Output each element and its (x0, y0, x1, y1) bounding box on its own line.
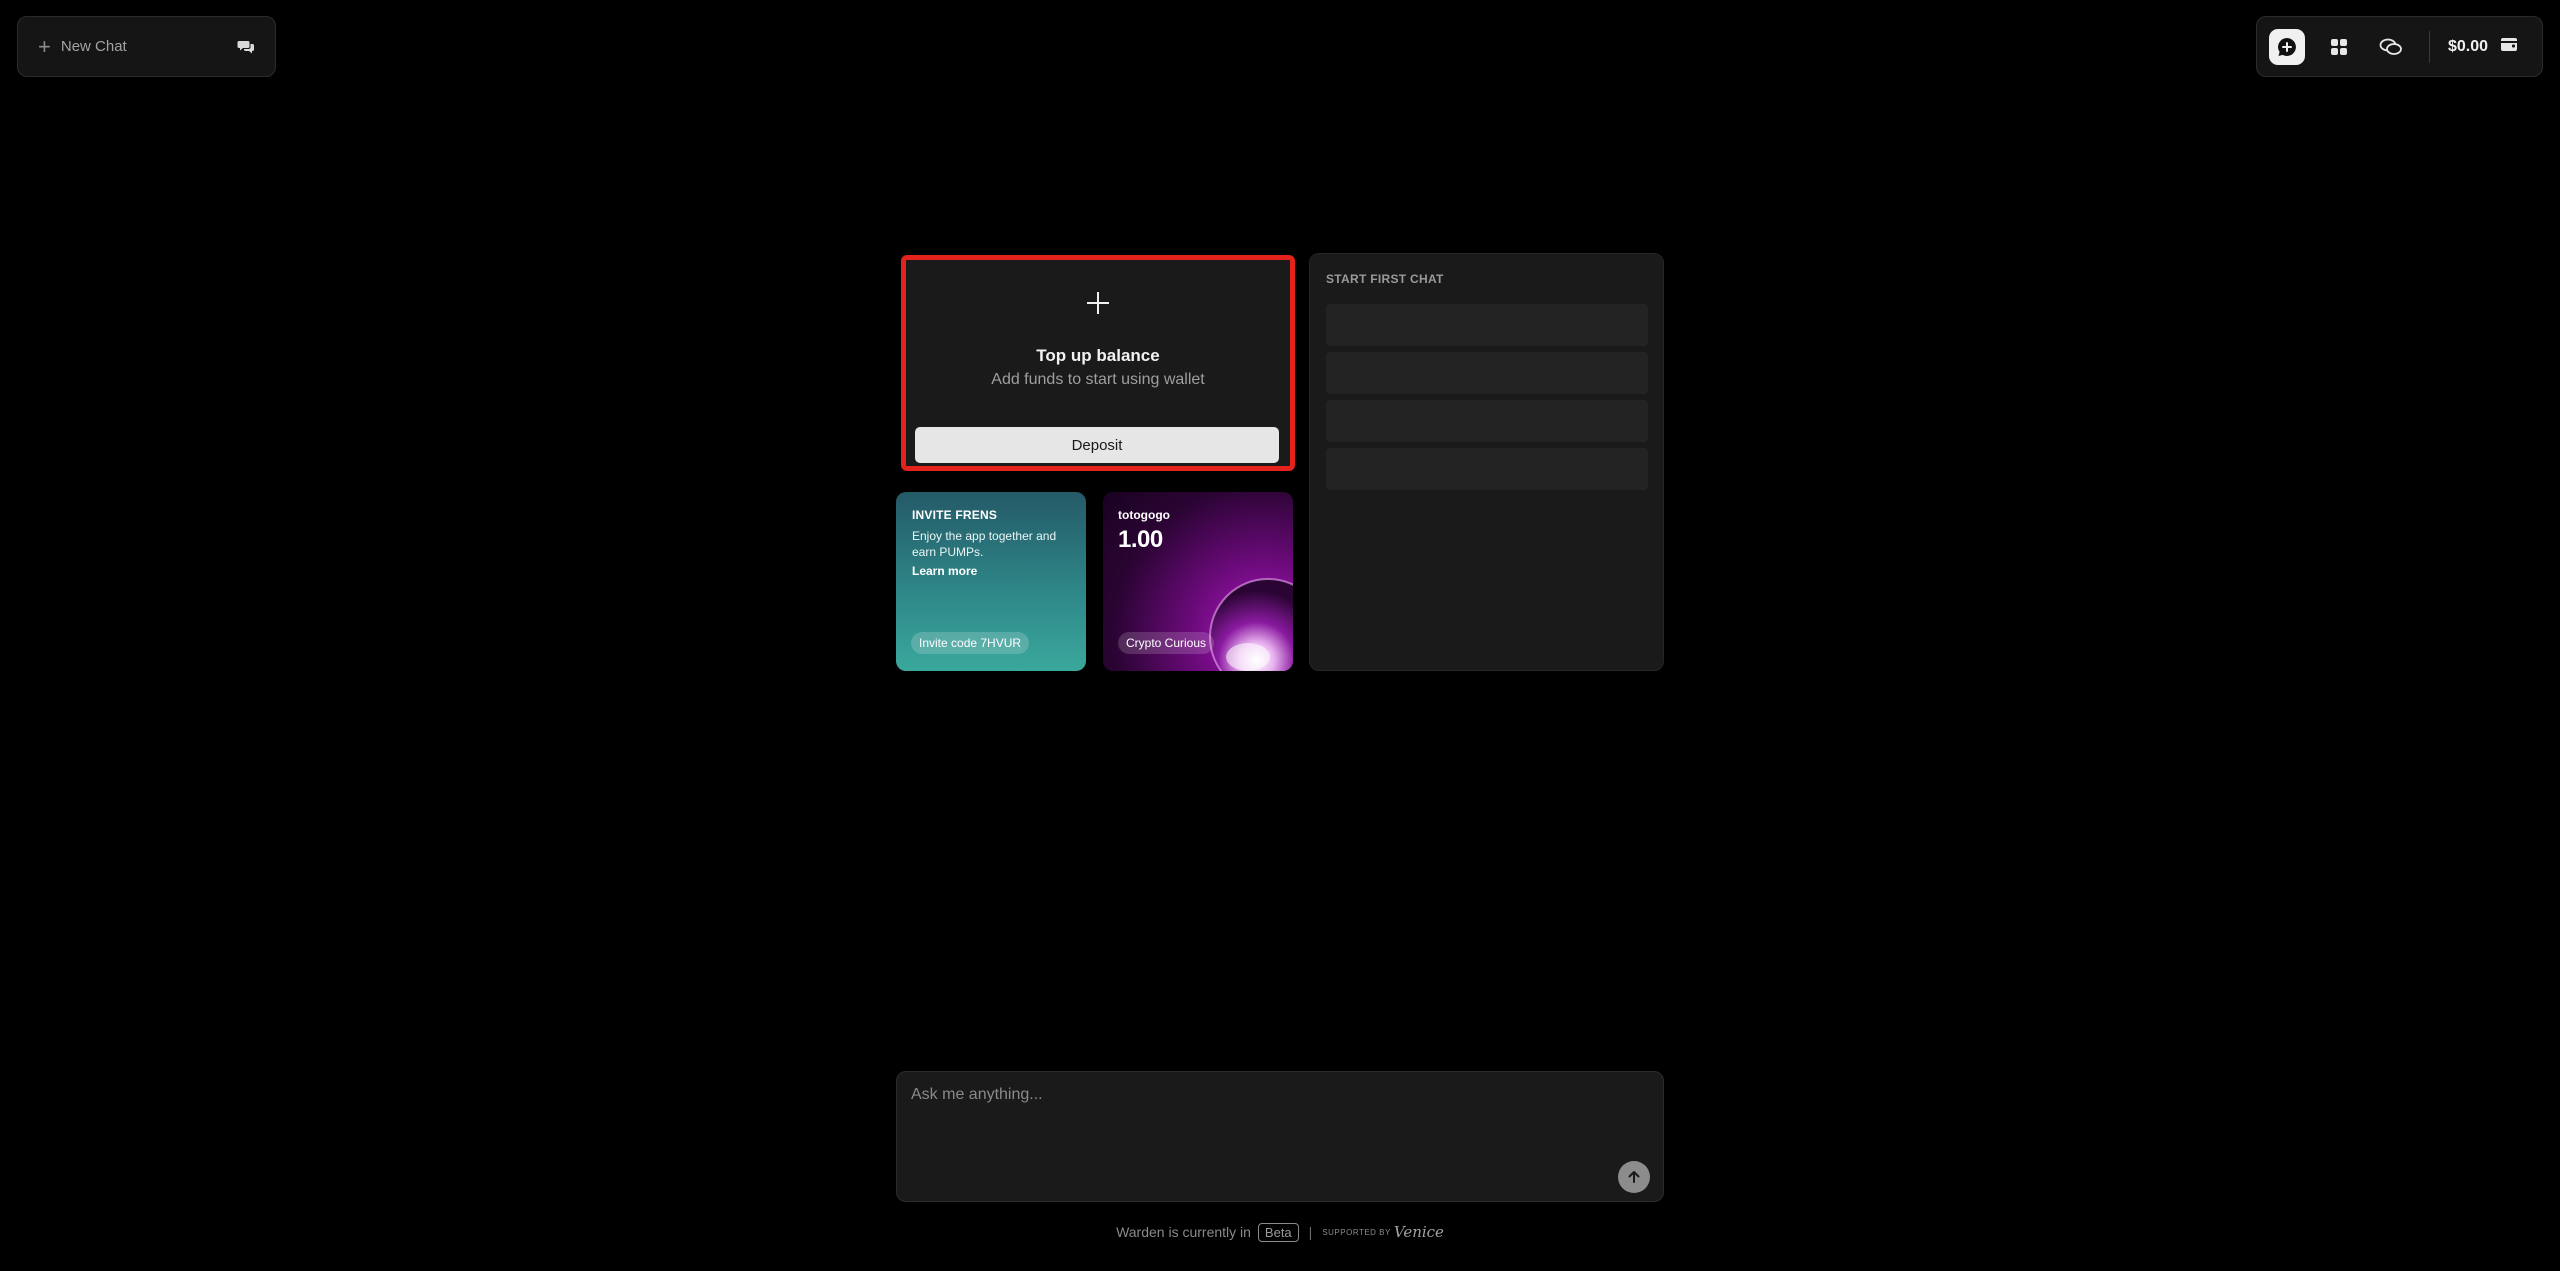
apps-icon[interactable] (2321, 29, 2357, 65)
message-input[interactable] (911, 1086, 1611, 1166)
send-button[interactable] (1618, 1161, 1650, 1193)
token-value: 1.00 (1118, 526, 1163, 553)
learn-more-link[interactable]: Learn more (912, 564, 1070, 578)
wallet-balance[interactable]: $0.00 (2448, 38, 2488, 56)
wallet-icon[interactable] (2500, 36, 2518, 57)
topup-card: Top up balance Add funds to start using … (901, 255, 1295, 471)
suggestion-placeholder[interactable] (1326, 400, 1648, 442)
new-chat-label: New Chat (60, 38, 127, 55)
footer-text: Warden is currently in (1116, 1224, 1251, 1240)
invite-heading: INVITE FRENS (912, 508, 998, 522)
topup-title: Top up balance (1036, 346, 1160, 365)
supported-by-label: SUPPORTED BY (1322, 1227, 1391, 1237)
toolbar-divider (2429, 30, 2430, 63)
crypto-curious-badge: Crypto Curious (1118, 632, 1215, 654)
new-chat-button[interactable]: + New Chat (17, 16, 276, 77)
orb-graphic (1209, 578, 1293, 671)
start-first-chat-heading: START FIRST CHAT (1326, 272, 1444, 286)
chats-icon[interactable] (2373, 29, 2409, 65)
venice-logo[interactable]: Venice (1394, 1223, 1444, 1241)
top-toolbar: $0.00 (2256, 16, 2543, 77)
invite-code-badge[interactable]: Invite code 7HVUR (911, 632, 1030, 654)
suggestion-placeholder[interactable] (1326, 448, 1648, 490)
suggestion-placeholder[interactable] (1326, 304, 1648, 346)
token-card[interactable]: totogogo 1.00 Crypto Curious (1103, 492, 1293, 671)
plus-icon (906, 290, 1290, 321)
footer-divider: | (1308, 1224, 1313, 1240)
start-first-chat-panel: START FIRST CHAT (1309, 253, 1664, 671)
plus-icon: + (38, 33, 51, 59)
invite-description: Enjoy the app together and earn PUMPs. (912, 529, 1057, 559)
deposit-button[interactable]: Deposit (915, 427, 1279, 463)
arrow-up-icon (1628, 1171, 1640, 1183)
suggestion-placeholder[interactable] (1326, 352, 1648, 394)
chat-composer (896, 1071, 1664, 1202)
chat-bubbles-icon[interactable] (237, 38, 255, 56)
topup-subtitle: Add funds to start using wallet (991, 371, 1205, 388)
footer: Warden is currently in Beta | SUPPORTED … (896, 1220, 1664, 1244)
new-chat-icon[interactable] (2269, 28, 2305, 65)
token-name: totogogo (1118, 508, 1170, 522)
beta-badge: Beta (1257, 1222, 1299, 1242)
invite-card[interactable]: INVITE FRENS Enjoy the app together and … (896, 492, 1086, 671)
